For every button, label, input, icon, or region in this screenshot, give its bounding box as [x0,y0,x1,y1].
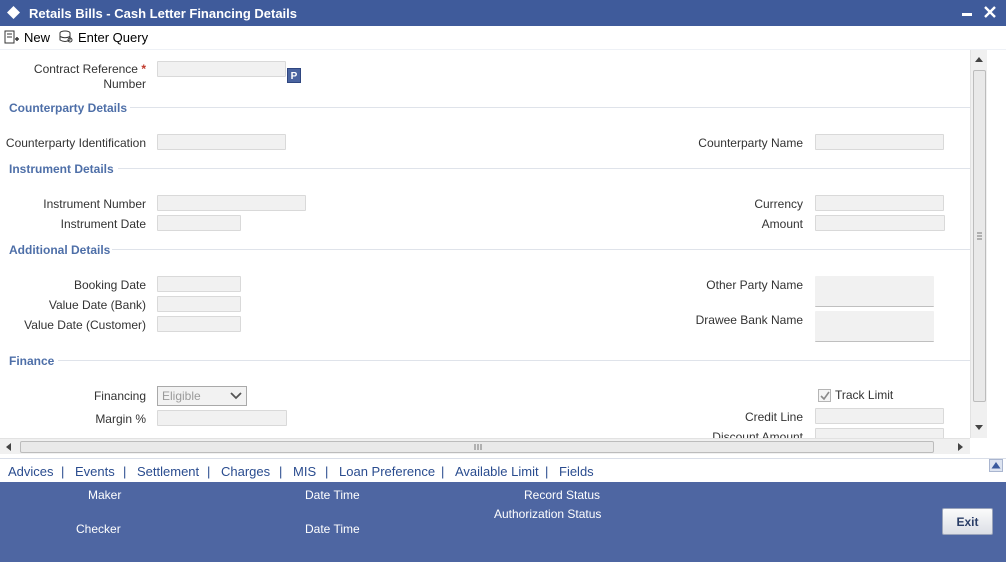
required-mark: * [141,62,146,76]
tab-events[interactable]: Events [75,464,115,479]
chevron-down-icon [230,392,242,400]
finance-section-heading: Finance [9,354,55,368]
maker-label: Maker [88,488,122,502]
instrument-section-heading: Instrument Details [9,162,114,176]
tab-separator: | [61,464,65,479]
tab-separator: | [325,464,329,479]
tab-settlement[interactable]: Settlement [137,464,199,479]
tab-separator: | [123,464,127,479]
scroll-down-arrow-icon[interactable] [974,422,984,432]
new-button[interactable]: New [4,28,50,46]
discount-amount-input[interactable] [815,428,944,438]
tab-available-limit[interactable]: Available Limit [455,464,539,479]
contract-reference-input[interactable] [157,61,286,77]
instrument-date-label: Instrument Date [60,217,146,231]
collapse-up-icon[interactable] [989,459,1003,472]
section-divider [112,249,970,250]
scroll-up-arrow-icon[interactable] [974,55,984,65]
tab-separator: | [279,464,283,479]
additional-section-heading: Additional Details [9,243,111,257]
title-bar: Retails Bills - Cash Letter Financing De… [0,0,1006,26]
value-date-customer-input[interactable] [157,316,241,332]
amount-label: Amount [761,217,803,231]
tab-separator: | [441,464,445,479]
form-content: Contract Reference * Number P Counterpar… [0,50,970,438]
diamond-icon [7,6,20,19]
margin-percent-input[interactable] [157,410,287,426]
new-label: New [24,29,51,45]
checkmark-icon [820,391,830,400]
instrument-number-input[interactable] [157,195,306,211]
margin-percent-label: Margin % [95,412,146,426]
scroll-right-arrow-icon[interactable] [955,442,965,452]
horizontal-scrollbar[interactable] [0,438,970,454]
currency-input[interactable] [815,195,944,211]
instrument-number-label: Instrument Number [43,197,146,211]
other-party-name-label: Other Party Name [706,278,803,292]
contract-reference-label-line2: Number [103,77,146,91]
authorization-status-label: Authorization Status [494,507,602,521]
tab-advices[interactable]: Advices [8,464,54,479]
value-date-customer-label: Value Date (Customer) [24,318,146,332]
window-title: Retails Bills - Cash Letter Financing De… [29,6,298,21]
financing-label: Financing [93,389,146,403]
close-icon[interactable] [982,4,998,20]
tab-mis[interactable]: MIS [293,464,316,479]
record-status-label: Record Status [524,488,601,502]
credit-line-label: Credit Line [744,410,803,424]
toolbar: New Enter Query [0,26,1006,50]
booking-date-label: Booking Date [73,278,146,292]
grip-icon [977,232,982,240]
financing-select[interactable]: Eligible [157,386,247,406]
track-limit-label: Track Limit [835,388,894,402]
drawee-bank-name-label: Drawee Bank Name [695,313,803,327]
subscreen-tabs: Advices | Events | Settlement | Charges … [0,458,1006,482]
section-divider [130,107,970,108]
enter-query-label: Enter Query [78,29,149,45]
vertical-scrollbar[interactable] [970,50,987,438]
contract-lookup-button[interactable]: P [287,68,301,83]
section-divider [118,168,970,169]
discount-amount-label: Discount Amount [712,430,803,438]
new-document-icon [4,30,19,44]
audit-footer: Maker Date Time Record Status Checker Da… [0,482,1006,562]
tab-fields[interactable]: Fields [559,464,594,479]
minimize-icon[interactable] [960,4,974,20]
checker-label: Checker [76,522,121,536]
credit-line-input[interactable] [815,408,944,424]
drawee-bank-name-input[interactable] [815,311,934,342]
value-date-bank-input[interactable] [157,296,241,312]
tab-charges[interactable]: Charges [221,464,270,479]
counterparty-identification-input[interactable] [157,134,286,150]
track-limit-checkbox[interactable] [818,388,831,402]
counterparty-name-label: Counterparty Name [698,136,803,150]
tab-loan-preference[interactable]: Loan Preference [339,464,435,479]
grip-icon [474,444,482,450]
section-divider [58,360,970,361]
currency-label: Currency [754,197,803,211]
booking-date-input[interactable] [157,276,241,292]
maker-date-time-label: Date Time [305,488,360,502]
exit-button[interactable]: Exit [942,508,993,535]
counterparty-identification-label: Counterparty Identification [5,136,146,150]
financing-selected-value: Eligible [162,389,201,403]
scroll-left-arrow-icon[interactable] [4,442,14,452]
contract-reference-label-line1: Contract Reference [33,62,138,76]
enter-query-button[interactable]: Enter Query [58,28,148,46]
instrument-date-input[interactable] [157,215,241,231]
checker-date-time-label: Date Time [305,522,360,536]
other-party-name-input[interactable] [815,276,934,307]
counterparty-section-heading: Counterparty Details [9,101,128,115]
amount-input[interactable] [815,215,945,231]
tab-separator: | [207,464,211,479]
track-limit-checkbox-wrap: Track Limit [818,388,893,402]
vertical-scroll-thumb[interactable] [973,70,986,402]
value-date-bank-label: Value Date (Bank) [48,298,146,312]
counterparty-name-input[interactable] [815,134,944,150]
query-database-icon [59,30,73,43]
horizontal-scroll-thumb[interactable] [20,441,934,453]
contract-reference-label: Contract Reference * Number [20,62,146,92]
tab-separator: | [545,464,549,479]
